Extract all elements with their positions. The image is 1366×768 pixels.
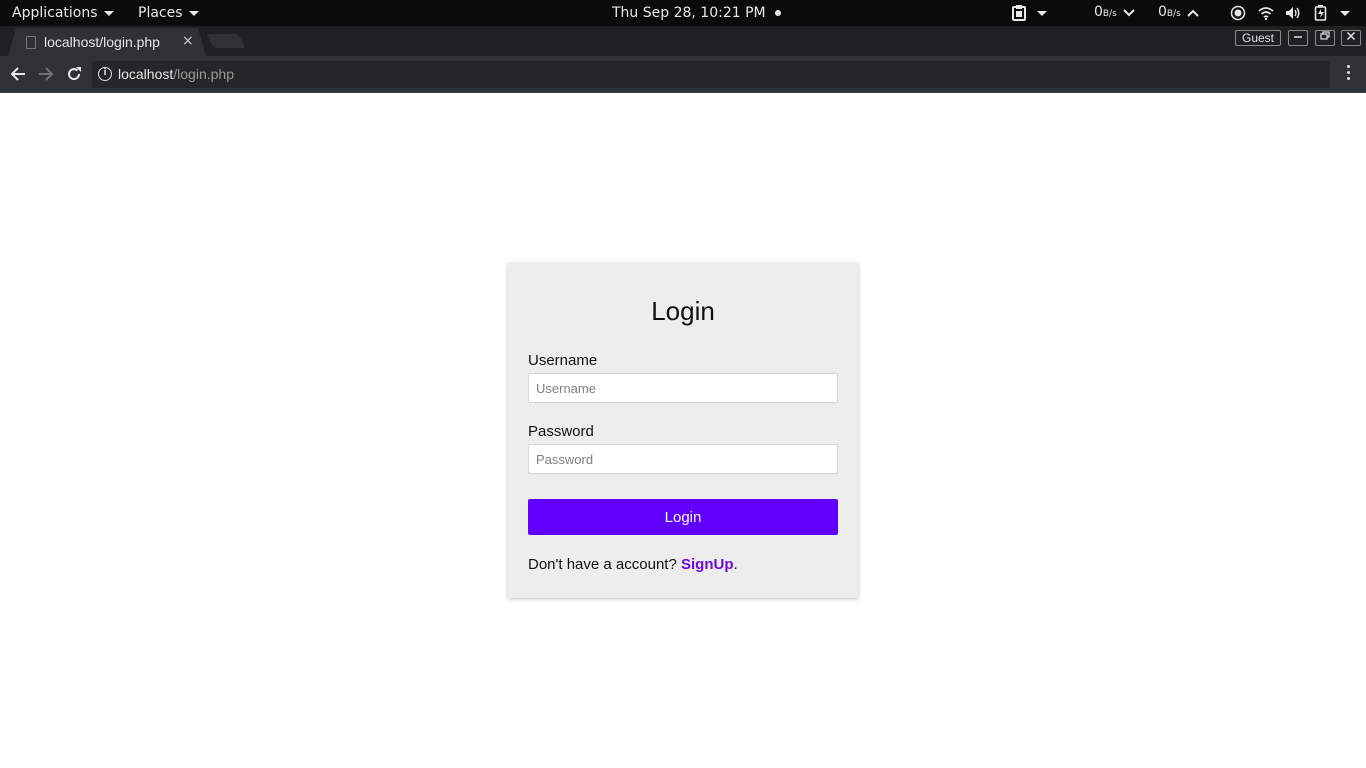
reload-icon[interactable] [64,64,84,84]
browser-tab-strip: localhost/login.php × Guest [0,26,1366,56]
clipboard-icon[interactable] [1011,5,1027,21]
wifi-icon[interactable] [1258,5,1274,21]
new-tab-button[interactable] [206,34,246,48]
clock[interactable]: Thu Sep 28, 10:21 PM [612,0,781,26]
net-up-indicator[interactable]: 0B/s [1158,0,1199,26]
chevron-up-icon [1187,0,1199,26]
password-label: Password [528,423,594,440]
net-down-indicator[interactable]: 0B/s [1094,0,1135,26]
username-input[interactable] [528,373,838,403]
chevron-down-icon [1123,0,1135,26]
info-icon[interactable]: i [98,67,112,81]
close-icon[interactable]: × [182,33,194,49]
minimize-button[interactable] [1288,30,1308,46]
browser-tab[interactable]: localhost/login.php × [8,28,206,56]
applications-menu[interactable]: Applications [12,0,114,26]
address-bar[interactable]: i localhost/login.php [92,61,1330,88]
clock-label: Thu Sep 28, 10:21 PM [612,5,766,21]
browser-toolbar: i localhost/login.php [0,56,1366,93]
login-title: Login [651,296,715,326]
net-up-value: 0 [1158,4,1167,20]
volume-icon[interactable] [1285,5,1301,21]
profile-button[interactable]: Guest [1235,30,1281,46]
login-card: Login Username Password Login Don't have… [508,263,858,598]
password-input[interactable] [528,444,838,474]
back-arrow-icon[interactable] [8,64,28,84]
login-button[interactable]: Login [528,499,838,535]
battery-icon[interactable] [1313,5,1329,21]
clipboard-menu[interactable] [1037,0,1047,26]
kebab-menu-icon[interactable] [1340,65,1356,85]
signup-link[interactable]: SignUp [681,556,734,573]
page-icon [26,36,36,49]
notification-dot-icon [774,10,781,16]
url-path: /login.php [173,66,234,82]
net-up-unit: B/s [1166,9,1181,19]
restore-button[interactable] [1315,30,1335,46]
net-down-unit: B/s [1102,9,1117,19]
window-close-button[interactable] [1341,30,1361,46]
username-label: Username [528,352,598,369]
forward-arrow-icon[interactable] [36,64,56,84]
record-icon[interactable] [1230,5,1246,21]
places-label: Places [138,5,183,21]
caret-down-icon [188,10,199,16]
system-top-bar: Applications Places Thu Sep 28, 10:21 PM… [0,0,1366,26]
caret-down-icon [1037,10,1047,16]
tab-title: localhost/login.php [44,34,160,50]
signup-prompt: Don't have a account? [528,556,677,573]
caret-down-icon [103,10,114,16]
signup-suffix: . [733,556,738,573]
page-content: Login Username Password Login Don't have… [0,93,1366,768]
net-down-value: 0 [1094,4,1103,20]
system-menu[interactable] [1340,0,1350,26]
applications-label: Applications [12,5,98,21]
url-host: localhost [118,66,174,82]
places-menu[interactable]: Places [138,0,199,26]
url-text: localhost/login.php [118,66,234,82]
caret-down-icon [1340,10,1350,16]
signup-line: Don't have a account? SignUp. [528,556,738,573]
